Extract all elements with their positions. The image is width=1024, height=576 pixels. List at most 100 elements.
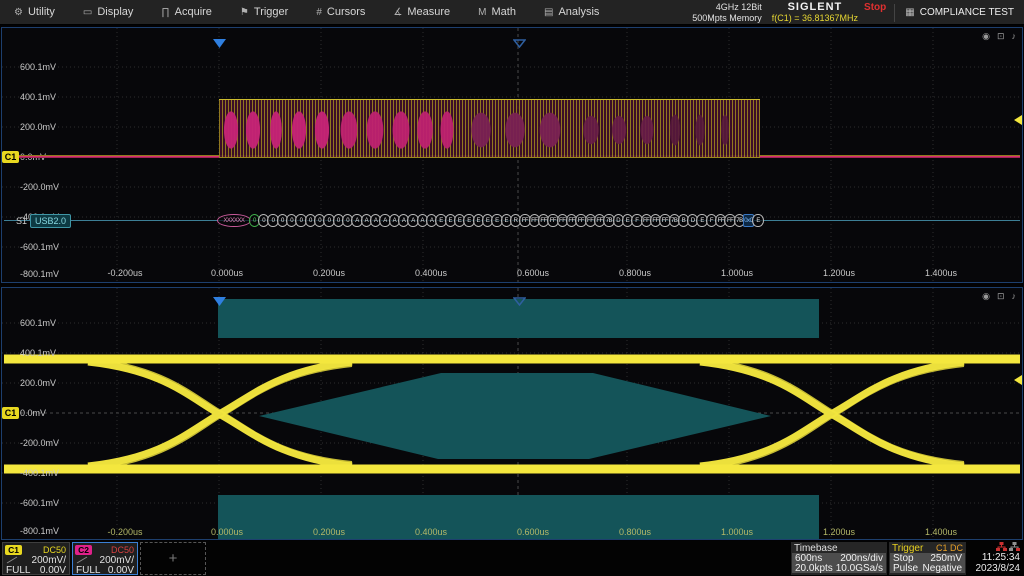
brand-block: SIGLENT f(C1) = 36.81367MHz (772, 2, 858, 24)
decode-bubble: XXXXXX (217, 214, 251, 227)
oscilloscope-screen: ⚙ Utility ▭ Display ∏ Acquire ⚑ Trigger … (0, 0, 1024, 576)
y-axis-label: 600.1mV (20, 318, 56, 328)
usb2-bus-badge[interactable]: USB2.0 (30, 214, 71, 228)
menu-item[interactable]: ▭ Display (69, 0, 148, 24)
fullscreen-icon[interactable]: ⊡ (997, 291, 1005, 301)
math-icon: M (478, 7, 486, 18)
x-axis-label: 1.400us (911, 268, 971, 278)
menu-items: ⚙ Utility ▭ Display ∏ Acquire ⚑ Trigger … (0, 0, 613, 24)
trigger-type: Pulse (893, 563, 918, 574)
timebase-info-box[interactable]: Timebase 600ns 200ns/div 20.0kpts 10.0GS… (791, 542, 887, 575)
menu-item-label: Utility (28, 6, 55, 18)
y-axis-label: -800.1mV (20, 526, 59, 536)
y-axis-label: 400.1mV (20, 348, 56, 358)
menu-bar: ⚙ Utility ▭ Display ∏ Acquire ⚑ Trigger … (0, 0, 1024, 25)
fullscreen-icon[interactable]: ⊡ (997, 31, 1005, 41)
channel-badge[interactable]: C1 (2, 151, 19, 163)
menu-item-label: Trigger (254, 6, 288, 18)
x-axis-label: 0.200us (299, 268, 359, 278)
delay-reference-marker[interactable] (513, 297, 526, 306)
compliance-test-app[interactable]: ▦ COMPLIANCE TEST (894, 4, 1024, 22)
y-axis-label: -400.1mV (20, 468, 59, 478)
serial-bus-ref: S1 (16, 216, 27, 226)
frequency-counter: f(C1) = 36.81367MHz (772, 13, 858, 24)
x-axis-label: 1.000us (707, 268, 767, 278)
trigger-position-marker[interactable] (213, 39, 226, 48)
decode-bubbles: XXXXXX00000000000AAAAAAAAAEEEEEEEERFFFFF… (218, 214, 763, 227)
trigger-position-marker[interactable] (213, 297, 226, 306)
menu-item-label: Cursors (327, 6, 366, 18)
clock-date: 2023/8/24 (976, 563, 1021, 574)
panel-toolbar: ◉ ⊡ ♪ (982, 31, 1016, 41)
x-axis-label: 0.000us (197, 527, 257, 537)
offset-slope-icon (76, 556, 88, 564)
menu-item[interactable]: # Cursors (302, 0, 379, 24)
status-bar: C1 DC50 200mV/ FULL 0.00V C2 DC50 200mV/ (0, 541, 1024, 576)
trigger-level-arrow[interactable] (1014, 115, 1022, 125)
trigger-flag-icon: ⚑ (240, 7, 249, 18)
y-axis-label: 200.0mV (20, 378, 56, 388)
channel2-bandwidth: FULL (76, 565, 100, 576)
sound-icon[interactable]: ♪ (1012, 31, 1017, 41)
x-axis-label: 0.600us (503, 527, 563, 537)
x-axis-label: 0.400us (401, 268, 461, 278)
trigger-level-arrow[interactable] (1014, 375, 1022, 385)
memory-label: 500Mpts Memory (692, 13, 762, 24)
menu-item-label: Display (97, 6, 133, 18)
camera-icon[interactable]: ◉ (982, 31, 990, 41)
x-axis-label: 1.000us (707, 527, 767, 537)
x-axis-label: 1.400us (911, 527, 971, 537)
menu-item[interactable]: M Math (464, 0, 530, 24)
camera-icon[interactable]: ◉ (982, 291, 990, 301)
y-axis-label: 200.0mV (20, 122, 56, 132)
network-icon (1009, 542, 1020, 552)
acquisition-status[interactable]: Stop (864, 2, 886, 13)
brand-logo: SIGLENT (788, 2, 843, 13)
menu-item[interactable]: ⚑ Trigger (226, 0, 302, 24)
menu-item-label: Analysis (558, 6, 599, 18)
plus-icon: + (169, 550, 178, 567)
menu-item[interactable]: ▤ Analysis (530, 0, 613, 24)
sample-rate: 10.0GSa/s (836, 563, 883, 574)
x-axis-label: 0.000us (197, 268, 257, 278)
timebase-points: 20.0kpts (795, 563, 833, 574)
y-axis-label: -600.1mV (20, 242, 59, 252)
sound-icon[interactable]: ♪ (1012, 291, 1017, 301)
channel1-info-box[interactable]: C1 DC50 200mV/ FULL 0.00V (2, 542, 70, 575)
x-axis-label: -0.200us (95, 527, 155, 537)
menu-item[interactable]: ⚙ Utility (0, 0, 69, 24)
add-channel-button[interactable]: + (140, 542, 206, 575)
menu-item-label: Math (492, 6, 516, 18)
eye-mask-regions (218, 299, 819, 539)
channel2-coupling: DC50 (111, 545, 134, 555)
channel2-tag: C2 (75, 545, 92, 555)
y-axis-label: -800.1mV (20, 269, 59, 279)
delay-reference-marker[interactable] (513, 39, 526, 48)
x-axis-label: 1.200us (809, 527, 869, 537)
menu-item[interactable]: ∏ Acquire (147, 0, 226, 24)
menu-item-label: Measure (407, 6, 450, 18)
menu-item[interactable]: ∡ Measure (379, 0, 464, 24)
hardware-info: 4GHz 12Bit 500Mpts Memory (692, 2, 762, 24)
x-axis-label: 0.600us (503, 268, 563, 278)
panel-toolbar: ◉ ⊡ ♪ (982, 291, 1016, 301)
channel-badge[interactable]: C1 (2, 407, 19, 419)
y-axis-label: 400.1mV (20, 92, 56, 102)
measure-icon: ∡ (393, 7, 402, 18)
bandwidth-label: 4GHz 12Bit (716, 2, 762, 13)
app-label: COMPLIANCE TEST (920, 7, 1014, 18)
acquire-icon: ∏ (161, 7, 169, 18)
usb-packet-burst-trace (219, 99, 760, 158)
channel1-offset: 0.00V (40, 565, 66, 576)
eye-diagram-panel[interactable]: ◉⊡♪ C1 600.1mV400.1mV200.0mV0.0mV-200.0m… (1, 287, 1023, 540)
x-axis-label: 0.800us (605, 527, 665, 537)
channel2-offset: 0.00V (108, 565, 134, 576)
gear-icon: ⚙ (14, 7, 23, 18)
waveform-panel[interactable]: ◉⊡♪ C1 600.1mV400.1mV200.0mV0.0mV-200.0m… (1, 27, 1023, 283)
display-icon: ▭ (83, 7, 92, 18)
trigger-info-box[interactable]: Trigger C1 DC Stop 250mV Pulse Negative (889, 542, 966, 575)
clock-box[interactable]: 11:25:34 2023/8/24 (968, 542, 1022, 575)
cursors-icon: # (316, 7, 322, 18)
channel1-coupling: DC50 (43, 545, 66, 555)
channel2-info-box[interactable]: C2 DC50 200mV/ FULL 0.00V (72, 542, 138, 575)
